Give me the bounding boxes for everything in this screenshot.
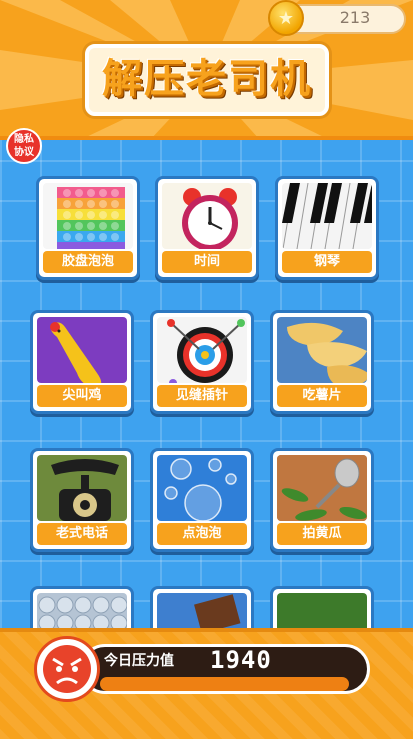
app-title: 解压老司机 — [102, 56, 312, 102]
pressure-label: 今日压力值 — [104, 653, 174, 669]
bubbles-icon — [157, 455, 247, 521]
game-label: 点泡泡 — [157, 523, 247, 545]
game-label: 尖叫鸡 — [37, 385, 127, 407]
game-card-target[interactable]: 见缝插针 — [150, 310, 254, 414]
game-card-piano[interactable]: 钢琴 — [275, 176, 379, 280]
game-card-bubbles[interactable]: 点泡泡 — [150, 448, 254, 552]
pressure-value: 1940 — [210, 646, 272, 674]
game-label: 钢琴 — [282, 251, 372, 273]
cucumber-icon — [277, 455, 367, 521]
star-coin-icon: ★ — [268, 0, 304, 36]
old-telephone-icon — [37, 455, 127, 521]
pop-it-icon — [43, 183, 133, 249]
game-label: 见缝插针 — [157, 385, 247, 407]
alarm-clock-icon — [162, 183, 252, 249]
coin-value: 213 — [339, 8, 371, 27]
potato-chips-icon — [277, 317, 367, 383]
game-label: 拍黄瓜 — [277, 523, 367, 545]
game-card-cucumber[interactable]: 拍黄瓜 — [270, 448, 374, 552]
game-card-clock[interactable]: 时间 — [155, 176, 259, 280]
rubber-chicken-icon — [37, 317, 127, 383]
game-card-pop-it[interactable]: 胶盘泡泡 — [36, 176, 140, 280]
game-label: 老式电话 — [37, 523, 127, 545]
privacy-policy-button[interactable]: 隐私 协议 — [6, 128, 42, 164]
game-card-chicken[interactable]: 尖叫鸡 — [30, 310, 134, 414]
game-label: 时间 — [162, 251, 252, 273]
game-card-telephone[interactable]: 老式电话 — [30, 448, 134, 552]
game-label: 吃薯片 — [277, 385, 367, 407]
game-label: 胶盘泡泡 — [43, 251, 133, 273]
pressure-level-bar — [100, 677, 349, 691]
piano-icon — [282, 183, 372, 249]
target-pins-icon — [157, 317, 247, 383]
angry-face-icon — [34, 636, 100, 702]
game-card-chips[interactable]: 吃薯片 — [270, 310, 374, 414]
